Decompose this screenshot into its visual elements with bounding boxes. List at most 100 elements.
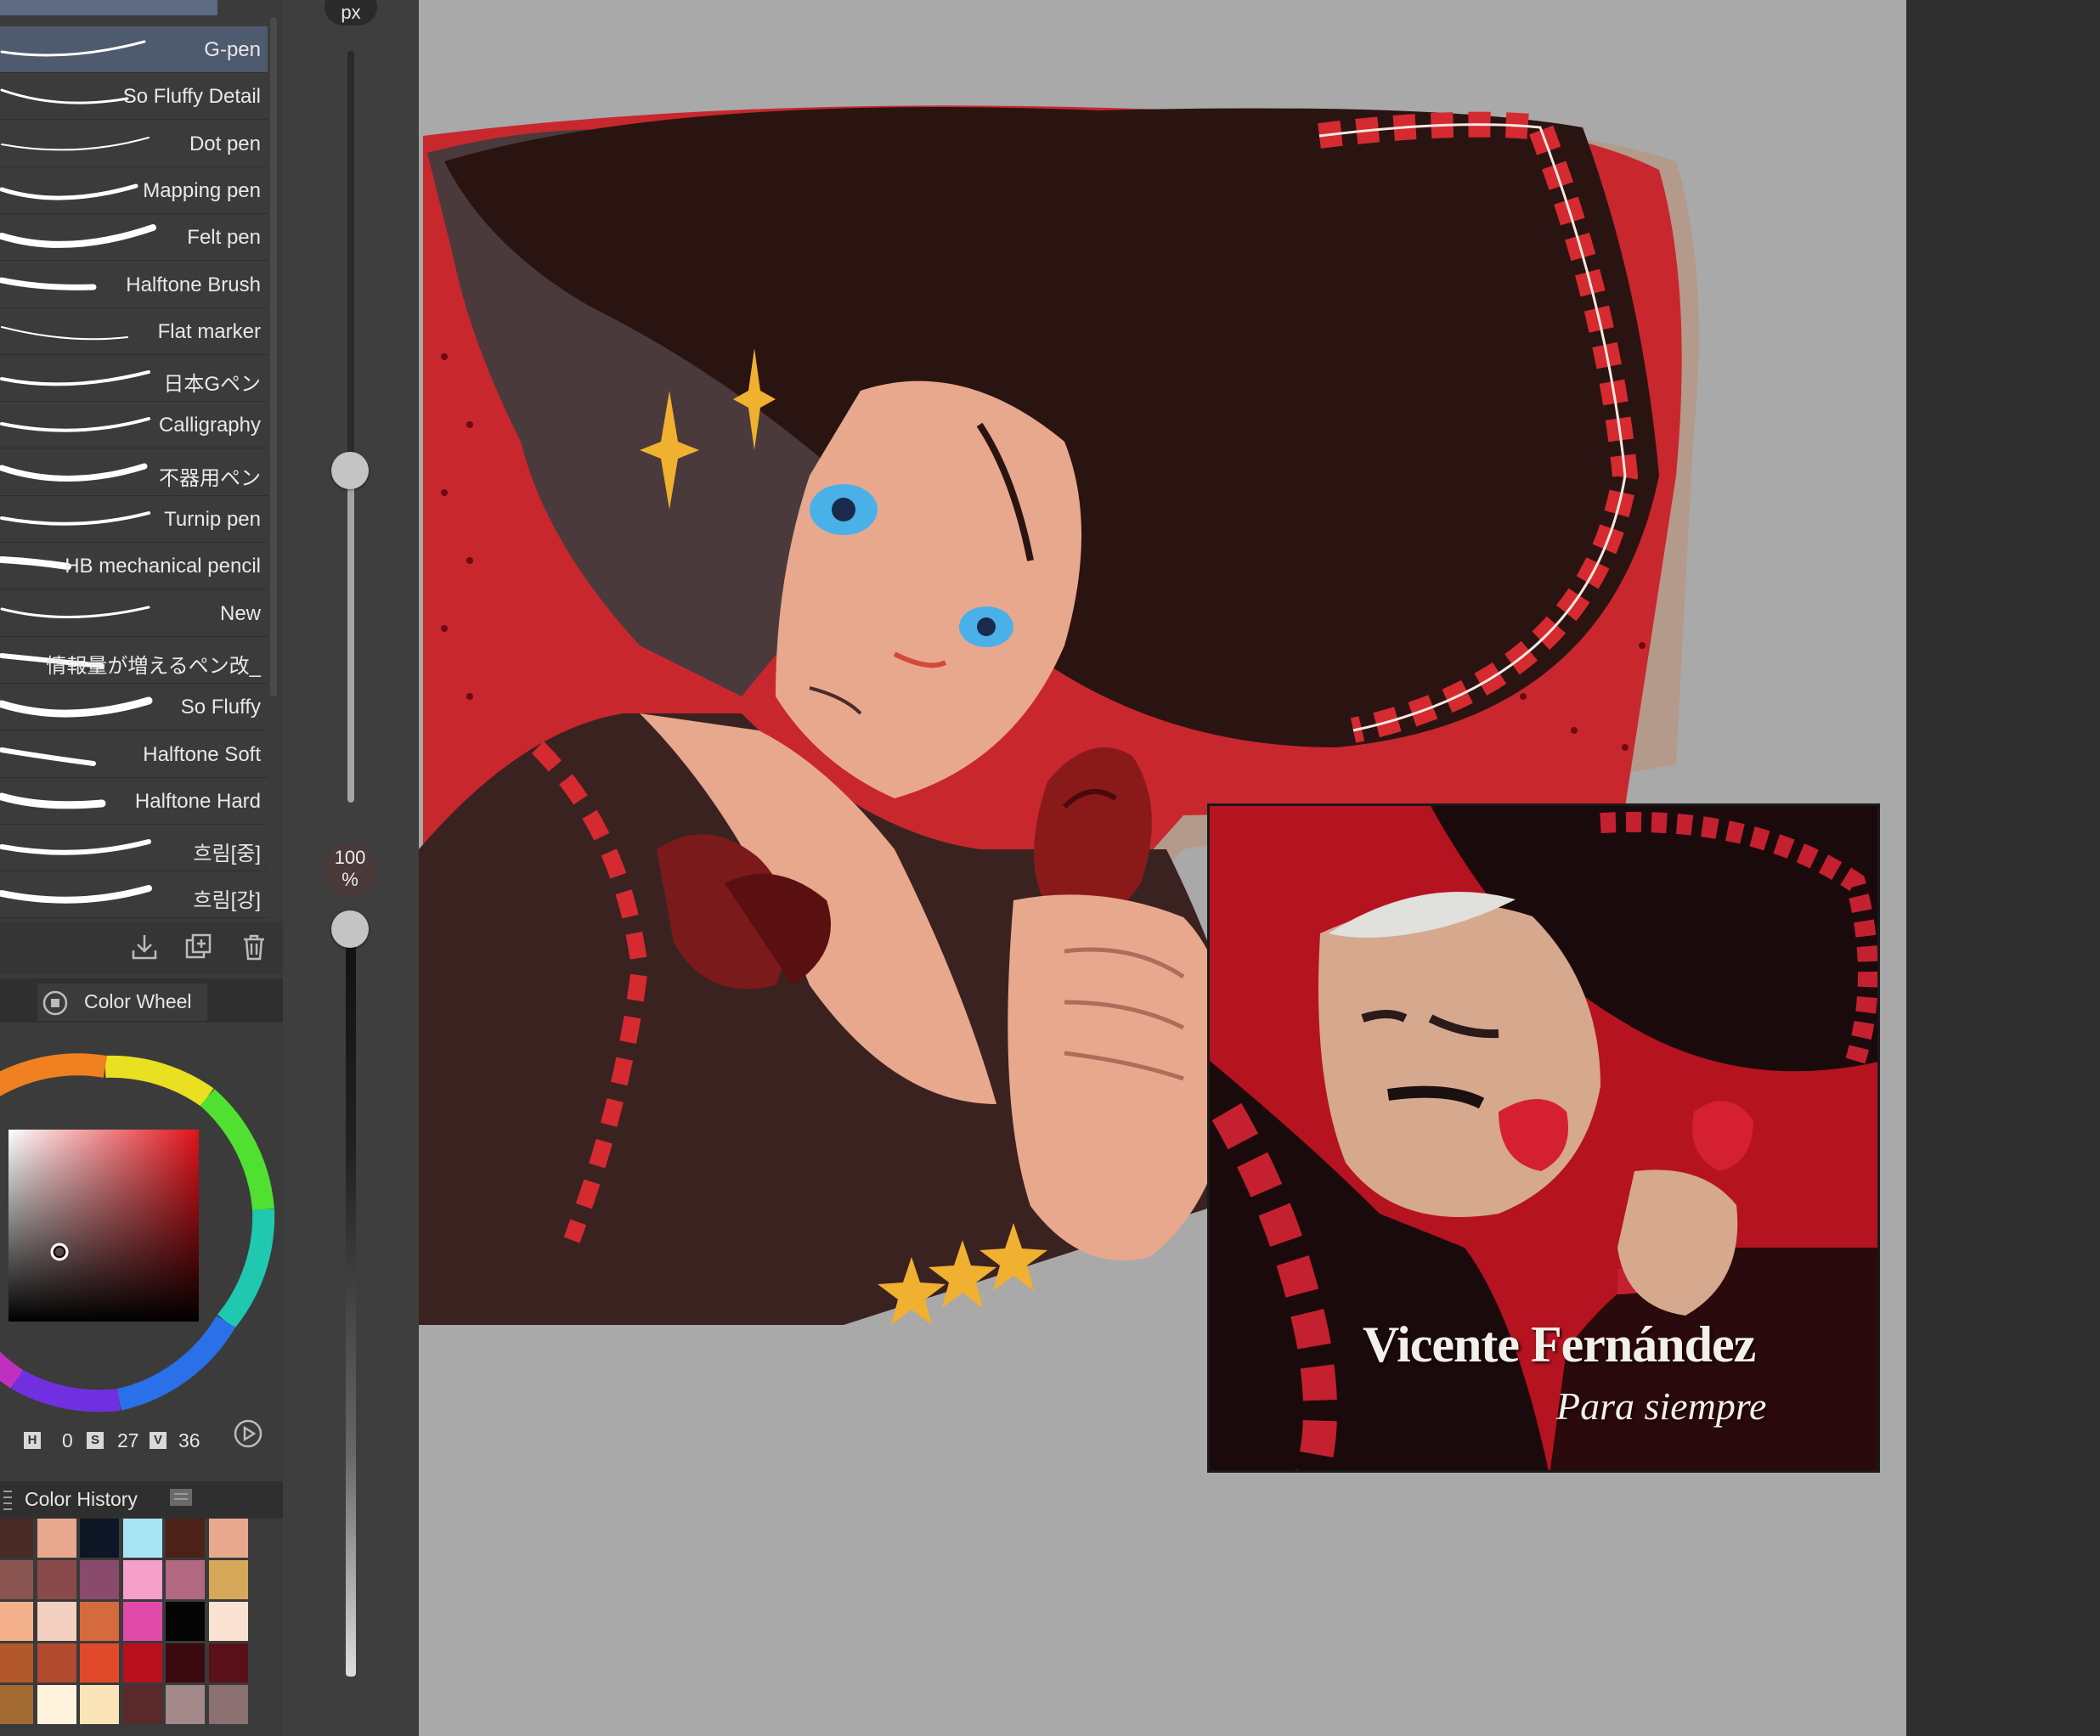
trash-icon[interactable] xyxy=(239,932,269,962)
brush-stroke-preview xyxy=(0,224,156,249)
brush-size-knob[interactable] xyxy=(331,452,369,489)
brush-item-label: So Fluffy xyxy=(180,696,261,719)
brush-item[interactable]: So Fluffy Detail xyxy=(0,73,268,121)
value-value[interactable]: 36 xyxy=(178,1429,200,1452)
brush-stroke-preview xyxy=(0,839,151,855)
color-wheel-tab-label: Color Wheel xyxy=(84,990,192,1012)
brush-list-scrollbar[interactable] xyxy=(270,17,277,696)
brush-item[interactable]: Halftone Hard xyxy=(0,778,268,825)
brush-item[interactable]: 日本Gペン xyxy=(0,355,268,403)
color-swatch[interactable] xyxy=(208,1602,248,1641)
brush-stroke-preview xyxy=(0,696,153,718)
color-swatch[interactable] xyxy=(0,1602,33,1641)
color-swatch[interactable] xyxy=(122,1643,162,1682)
brush-item-label: Mapping pen xyxy=(143,178,261,202)
brush-item-label: G-pen xyxy=(204,38,261,61)
brush-stroke-preview xyxy=(0,511,150,526)
reference-title: Vicente Fernández xyxy=(1363,1316,1756,1372)
color-swatch[interactable] xyxy=(0,1643,33,1682)
color-swatch[interactable] xyxy=(122,1560,162,1599)
brush-item[interactable]: Felt pen xyxy=(0,214,268,262)
color-swatch[interactable] xyxy=(80,1519,119,1558)
color-swatch[interactable] xyxy=(166,1602,205,1641)
brush-item[interactable]: G-pen xyxy=(0,26,268,73)
color-swatch[interactable] xyxy=(208,1685,248,1724)
color-swatch[interactable] xyxy=(122,1685,162,1724)
color-swatch[interactable] xyxy=(166,1560,205,1599)
reference-photo[interactable]: Vicente Fernández Para siempre xyxy=(1207,803,1880,1473)
brush-item[interactable]: Flat marker xyxy=(0,308,268,355)
brush-item[interactable]: 흐림[중] xyxy=(0,825,268,872)
brush-item[interactable]: Halftone Brush xyxy=(0,262,268,308)
brush-item[interactable]: So Fluffy xyxy=(0,684,268,731)
color-swatch[interactable] xyxy=(0,1519,33,1558)
saturation-value[interactable]: 27 xyxy=(117,1429,139,1452)
reference-subtitle: Para siempre xyxy=(1556,1384,1767,1428)
brush-stroke-preview xyxy=(0,417,150,433)
brush-item-label: Halftone Soft xyxy=(143,742,261,766)
brush-item-label: Calligraphy xyxy=(158,414,261,437)
brush-stroke-preview xyxy=(0,40,146,57)
brush-stroke-preview xyxy=(1,136,150,150)
brush-item[interactable]: Dot pen xyxy=(0,121,268,167)
brush-item[interactable]: 흐림[강] xyxy=(0,871,268,919)
color-swatch[interactable] xyxy=(208,1643,248,1682)
color-wheel-icon xyxy=(42,990,68,1016)
brush-item[interactable]: 不器用ペン xyxy=(0,449,268,496)
opacity-value: 100 xyxy=(334,847,366,868)
color-wheel[interactable] xyxy=(0,1023,283,1430)
brush-toolbar xyxy=(0,922,283,974)
brush-item[interactable]: Calligraphy xyxy=(0,402,268,449)
brush-item-label: New xyxy=(219,601,261,625)
color-swatch[interactable] xyxy=(166,1643,205,1682)
color-swatch[interactable] xyxy=(80,1643,119,1682)
brush-list: G-pen So Fluffy Detail Dot pen Mapping pen F… xyxy=(0,0,277,920)
color-set-tab-icon[interactable] xyxy=(168,1486,194,1508)
color-swatch[interactable] xyxy=(80,1602,119,1641)
color-swatch[interactable] xyxy=(208,1519,248,1558)
grip-icon[interactable] xyxy=(2,1488,14,1513)
brush-item-label: Flat marker xyxy=(157,319,261,343)
color-swatch[interactable] xyxy=(0,1560,33,1599)
color-swatch[interactable] xyxy=(80,1560,119,1599)
left-panel: G-pen So Fluffy Detail Dot pen Mapping pen F… xyxy=(0,0,283,1736)
tab-color-history[interactable]: Color History xyxy=(25,1488,138,1511)
color-swatch[interactable] xyxy=(80,1685,119,1724)
hue-value[interactable]: 0 xyxy=(62,1429,73,1452)
brush-item[interactable]: Mapping pen xyxy=(0,167,268,214)
opacity-slider[interactable] xyxy=(346,929,356,1677)
brush-item[interactable]: Turnip pen xyxy=(0,496,268,543)
brush-stroke-preview xyxy=(0,370,150,386)
color-swatch[interactable] xyxy=(37,1602,76,1641)
brush-item-label: So Fluffy Detail xyxy=(122,85,261,109)
opacity-knob[interactable] xyxy=(331,910,369,948)
brush-item[interactable]: HB mechanical pencil xyxy=(0,543,268,590)
brush-item[interactable]: 情報量が増えるペン改_ xyxy=(0,637,268,684)
brush-item-label: Halftone Hard xyxy=(134,789,261,813)
brush-size-fill xyxy=(347,471,354,803)
color-swatch[interactable] xyxy=(37,1685,76,1724)
brush-item-label: Turnip pen xyxy=(164,508,261,531)
color-swatch[interactable] xyxy=(166,1685,205,1724)
color-swatch[interactable] xyxy=(37,1519,76,1558)
opacity-unit: % xyxy=(342,869,358,890)
brush-item-label: 흐림[강] xyxy=(193,889,261,913)
brush-item-label: 日本Gペン xyxy=(163,373,261,397)
color-swatch[interactable] xyxy=(122,1602,162,1641)
color-swatch[interactable] xyxy=(208,1560,248,1599)
color-swatch[interactable] xyxy=(0,1685,33,1724)
import-icon[interactable] xyxy=(129,932,160,962)
play-icon[interactable] xyxy=(233,1418,263,1449)
saturation-label: S xyxy=(87,1432,104,1449)
brush-item[interactable]: New xyxy=(0,590,268,637)
brush-item-label: 情報量が増えるペン改_ xyxy=(46,654,261,678)
color-swatch[interactable] xyxy=(37,1560,76,1599)
color-swatch[interactable] xyxy=(122,1519,162,1558)
brush-item[interactable]: Halftone Soft xyxy=(0,731,268,778)
color-swatch[interactable] xyxy=(37,1643,76,1682)
duplicate-icon[interactable] xyxy=(183,932,214,962)
brush-item-label: Felt pen xyxy=(187,226,261,250)
brush-stroke-preview xyxy=(1,325,128,341)
color-swatch[interactable] xyxy=(166,1519,205,1558)
value-label: V xyxy=(150,1432,167,1449)
